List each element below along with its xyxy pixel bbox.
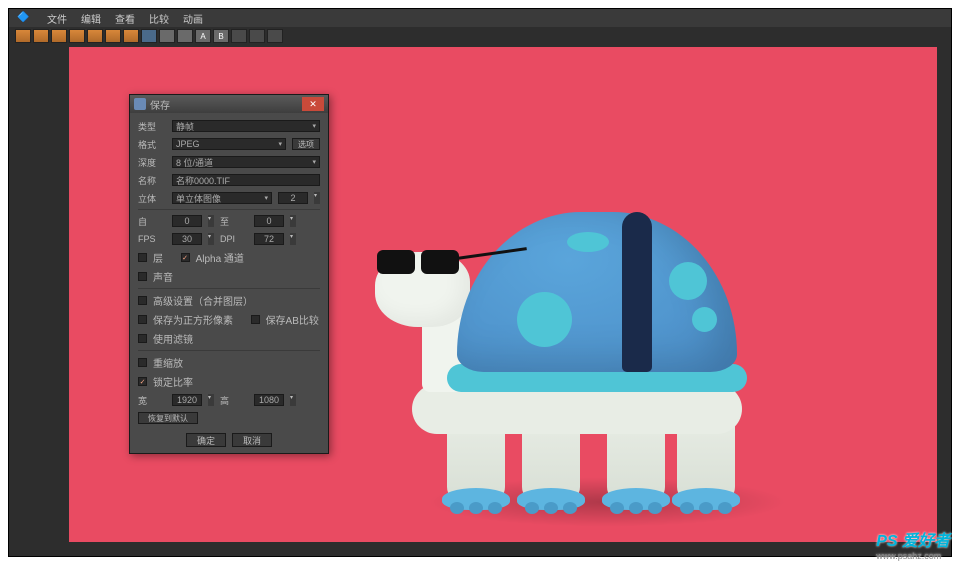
menu-anim[interactable]: 动画 (183, 11, 203, 26)
stereo-num[interactable]: 2 (278, 192, 308, 204)
watermark-url: www.psahz.com (876, 551, 950, 561)
close-icon[interactable]: ✕ (302, 97, 324, 111)
cancel-button[interactable]: 取消 (232, 433, 272, 447)
name-label: 名称 (138, 174, 166, 187)
render-turtle (327, 172, 767, 512)
app-icon: 🔷 (17, 12, 29, 24)
from-label: 自 (138, 215, 166, 228)
dialog-icon (134, 98, 146, 110)
square-label: 保存为正方形像素 (153, 312, 233, 327)
tool-2[interactable] (33, 29, 49, 43)
menu-file[interactable]: 文件 (47, 11, 67, 26)
adv-label: 高级设置（合并图层） (153, 293, 253, 308)
watermark: PS 爱好者 www.psahz.com (876, 527, 950, 561)
alpha-label: Alpha 通道 (196, 250, 244, 265)
menu-edit[interactable]: 编辑 (81, 11, 101, 26)
format-select[interactable]: JPEG (172, 138, 286, 150)
filter-check[interactable] (138, 334, 147, 343)
alpha-check[interactable]: ✓ (181, 253, 190, 262)
tool-15[interactable] (267, 29, 283, 43)
tool-7[interactable] (123, 29, 139, 43)
lock-check[interactable]: ✓ (138, 377, 147, 386)
ab-label: 保存AB比较 (266, 312, 319, 327)
dpi-input[interactable]: 72 (254, 233, 284, 245)
save-dialog: 保存 ✕ 类型静帧 格式 JPEG 选项 深度 8 位/通道 名称名称0000.TIF… (129, 94, 329, 454)
sound-check[interactable] (138, 272, 147, 281)
options-button[interactable]: 选项 (292, 138, 320, 150)
tool-1[interactable] (15, 29, 31, 43)
reset-button[interactable]: 恢复到默认 (138, 412, 198, 424)
toolbar: A B (9, 27, 951, 45)
tool-5[interactable] (87, 29, 103, 43)
scale-label: 重缩放 (153, 355, 183, 370)
tool-A[interactable]: A (195, 29, 211, 43)
sound-label: 声音 (153, 269, 173, 284)
type-select[interactable]: 静帧 (172, 120, 320, 132)
type-label: 类型 (138, 120, 166, 133)
tool-8[interactable] (141, 29, 157, 43)
watermark-brand: PS 爱好者 (876, 533, 950, 550)
fps-input[interactable]: 30 (172, 233, 202, 245)
dialog-titlebar[interactable]: 保存 ✕ (130, 95, 328, 113)
stereo-select[interactable]: 单立体图像 (172, 192, 272, 204)
filter-label: 使用滤镜 (153, 331, 193, 346)
fps-label: FPS (138, 234, 166, 244)
adv-check[interactable] (138, 296, 147, 305)
tool-4[interactable] (69, 29, 85, 43)
depth-select[interactable]: 8 位/通道 (172, 156, 320, 168)
app-window: 🔷 文件 编辑 查看 比较 动画 A B (8, 8, 952, 557)
tool-3[interactable] (51, 29, 67, 43)
width-label: 宽 (138, 394, 166, 407)
sunglasses-icon (377, 250, 467, 276)
format-label: 格式 (138, 138, 166, 151)
to-label: 至 (220, 215, 248, 228)
name-input[interactable]: 名称0000.TIF (172, 174, 320, 186)
stereo-label: 立体 (138, 192, 166, 205)
layer-label: 层 (153, 250, 163, 265)
depth-label: 深度 (138, 156, 166, 169)
width-input[interactable]: 1920 (172, 394, 202, 406)
layer-check[interactable] (138, 253, 147, 262)
ab-check[interactable] (251, 315, 260, 324)
tool-B[interactable]: B (213, 29, 229, 43)
tool-13[interactable] (231, 29, 247, 43)
menubar: 🔷 文件 编辑 查看 比较 动画 (9, 9, 951, 27)
tool-9[interactable] (159, 29, 175, 43)
tool-10[interactable] (177, 29, 193, 43)
ok-button[interactable]: 确定 (186, 433, 226, 447)
tool-14[interactable] (249, 29, 265, 43)
dialog-title-text: 保存 (150, 97, 170, 112)
dpi-label: DPI (220, 234, 248, 244)
from-input[interactable]: 0 (172, 215, 202, 227)
lock-label: 锁定比率 (153, 374, 193, 389)
scale-check[interactable] (138, 358, 147, 367)
square-check[interactable] (138, 315, 147, 324)
menu-view[interactable]: 查看 (115, 11, 135, 26)
tool-6[interactable] (105, 29, 121, 43)
height-label: 高 (220, 394, 248, 407)
to-input[interactable]: 0 (254, 215, 284, 227)
stereo-spin[interactable]: ▾ (314, 192, 320, 204)
height-input[interactable]: 1080 (254, 394, 284, 406)
menu-compare[interactable]: 比较 (149, 11, 169, 26)
